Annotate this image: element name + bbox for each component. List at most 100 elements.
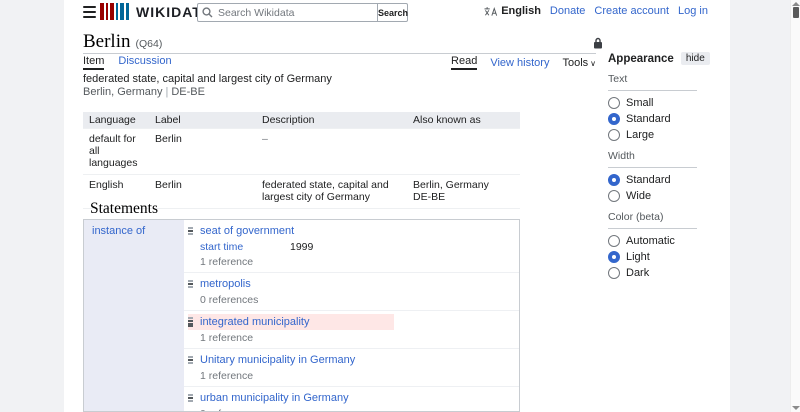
- section-label: Color (beta): [608, 211, 697, 229]
- section-label: Width: [608, 150, 697, 168]
- property-link[interactable]: instance of: [92, 225, 145, 237]
- language-selector[interactable]: English: [483, 5, 541, 17]
- appearance-section-text: Text Small Standard Large: [608, 73, 710, 141]
- search-icon: [202, 7, 213, 18]
- references-toggle[interactable]: 1 reference: [200, 254, 519, 272]
- radio-icon[interactable]: [608, 267, 620, 279]
- references-toggle[interactable]: 1 reference: [200, 368, 519, 386]
- col-label: Label: [149, 112, 256, 129]
- radio-icon[interactable]: [608, 251, 620, 263]
- qualifier-property-link[interactable]: start time: [200, 241, 290, 253]
- search-input[interactable]: [197, 3, 378, 22]
- claim-row: urban municipality in Germany 0 referenc…: [184, 387, 519, 411]
- claim-value-link[interactable]: urban municipality in Germany: [200, 392, 349, 404]
- radio-color-automatic[interactable]: Automatic: [608, 235, 710, 247]
- terms-header-row: Language Label Description Also known as: [83, 112, 520, 129]
- cell-description: federated state, capital and largest cit…: [262, 179, 389, 203]
- radio-icon[interactable]: [608, 235, 620, 247]
- page-content: WIKIDATA Search English Donate Create ac…: [64, 0, 730, 412]
- tab-view-history[interactable]: View history: [490, 57, 549, 69]
- entity-description: federated state, capital and largest cit…: [83, 73, 332, 85]
- entity-aliases: Berlin, Germany | DE-BE: [83, 86, 205, 98]
- entity-id: (Q64): [135, 38, 163, 50]
- references-toggle[interactable]: 0 references: [200, 292, 519, 310]
- tab-discussion[interactable]: Discussion: [118, 55, 171, 70]
- claim-value-link[interactable]: metropolis: [200, 278, 251, 290]
- statements-heading: Statements: [90, 200, 159, 217]
- donate-link[interactable]: Donate: [550, 5, 585, 17]
- wikidata-page: WIKIDATA Search English Donate Create ac…: [0, 0, 800, 412]
- wikidata-logo-barcode-icon: [100, 3, 129, 20]
- search-bar: Search: [197, 3, 408, 22]
- radio-width-wide[interactable]: Wide: [608, 190, 710, 202]
- cell-language: default for all languages: [89, 133, 138, 169]
- rank-selector-icon[interactable]: [188, 356, 193, 364]
- claims-list: seat of government start time 1999 1 ref…: [184, 220, 519, 411]
- qualifier-row: start time 1999: [200, 239, 519, 254]
- radio-text-small[interactable]: Small: [608, 97, 710, 109]
- appearance-section-color: Color (beta) Automatic Light Dark: [608, 211, 710, 279]
- rank-selector-icon[interactable]: [188, 280, 193, 288]
- scrollbar-thumb[interactable]: [793, 7, 799, 18]
- appearance-panel: Appearance hide Text Small Standard Larg…: [608, 52, 710, 288]
- scroll-down-arrow-icon[interactable]: [792, 406, 800, 410]
- title-bar: Berlin (Q64): [83, 31, 602, 54]
- property-cell: instance of: [84, 220, 184, 411]
- col-also-known-as: Also known as: [407, 112, 520, 129]
- references-toggle[interactable]: 1 reference: [200, 330, 519, 348]
- protection-lock-icon: [594, 37, 602, 49]
- claim-row: seat of government start time 1999 1 ref…: [184, 220, 519, 273]
- search-button[interactable]: Search: [377, 3, 408, 22]
- radio-width-standard[interactable]: Standard: [608, 174, 710, 186]
- wikidata-logo[interactable]: WIKIDATA: [100, 3, 212, 20]
- col-language: Language: [83, 112, 149, 129]
- cell-also-known-as: [407, 129, 520, 175]
- scroll-up-arrow-icon[interactable]: [792, 2, 800, 6]
- chevron-down-icon: ∨: [590, 58, 596, 68]
- radio-color-light[interactable]: Light: [608, 251, 710, 263]
- section-label: Text: [608, 73, 697, 91]
- terms-table: Language Label Description Also known as…: [83, 112, 520, 209]
- rank-selector-icon-deprecated[interactable]: [188, 317, 193, 327]
- cell-label: Berlin: [155, 179, 182, 191]
- claim-row: Unitary municipality in Germany 1 refere…: [184, 349, 519, 387]
- user-links: English Donate Create account Log in: [483, 5, 708, 17]
- page-title: Berlin: [83, 31, 131, 52]
- tab-read[interactable]: Read: [451, 55, 478, 70]
- table-row: default for all languages Berlin –: [83, 129, 520, 175]
- radio-color-dark[interactable]: Dark: [608, 267, 710, 279]
- rank-selector-icon[interactable]: [188, 227, 193, 235]
- radio-icon[interactable]: [608, 129, 620, 141]
- radio-icon[interactable]: [608, 190, 620, 202]
- claim-row: integrated municipality 1 reference: [184, 311, 519, 349]
- hide-appearance-button[interactable]: hide: [680, 52, 710, 65]
- radio-text-large[interactable]: Large: [608, 129, 710, 141]
- statement-group: instance of seat of government start tim…: [83, 219, 520, 412]
- appearance-title: Appearance: [608, 52, 674, 65]
- references-toggle[interactable]: 0 references: [200, 406, 519, 411]
- claim-row: metropolis 0 references: [184, 273, 519, 311]
- tab-item[interactable]: Item: [83, 55, 105, 70]
- cell-label: Berlin: [155, 133, 182, 145]
- qualifier-value: 1999: [290, 240, 314, 253]
- cell-description: –: [262, 133, 268, 145]
- col-description: Description: [256, 112, 407, 129]
- claim-value-link[interactable]: Unitary municipality in Germany: [200, 354, 355, 366]
- radio-icon[interactable]: [608, 174, 620, 186]
- claim-value-link[interactable]: integrated municipality: [200, 316, 309, 328]
- page-tabs: Item Discussion Read View history Tools ∨: [83, 55, 596, 70]
- language-icon: [484, 6, 498, 16]
- radio-icon[interactable]: [608, 97, 620, 109]
- radio-icon[interactable]: [608, 113, 620, 125]
- log-in-link[interactable]: Log in: [678, 5, 708, 17]
- create-account-link[interactable]: Create account: [594, 5, 669, 17]
- rank-selector-icon[interactable]: [188, 394, 193, 402]
- cell-also-known-as: Berlin, Germany DE-BE: [413, 179, 489, 203]
- main-menu-icon[interactable]: [83, 6, 96, 18]
- appearance-section-width: Width Standard Wide: [608, 150, 710, 202]
- radio-text-standard[interactable]: Standard: [608, 113, 710, 125]
- claim-value-link[interactable]: seat of government: [200, 225, 294, 237]
- entity-description-block: federated state, capital and largest cit…: [83, 73, 332, 98]
- vertical-scrollbar[interactable]: [790, 0, 800, 412]
- tools-menu[interactable]: Tools ∨: [562, 57, 596, 69]
